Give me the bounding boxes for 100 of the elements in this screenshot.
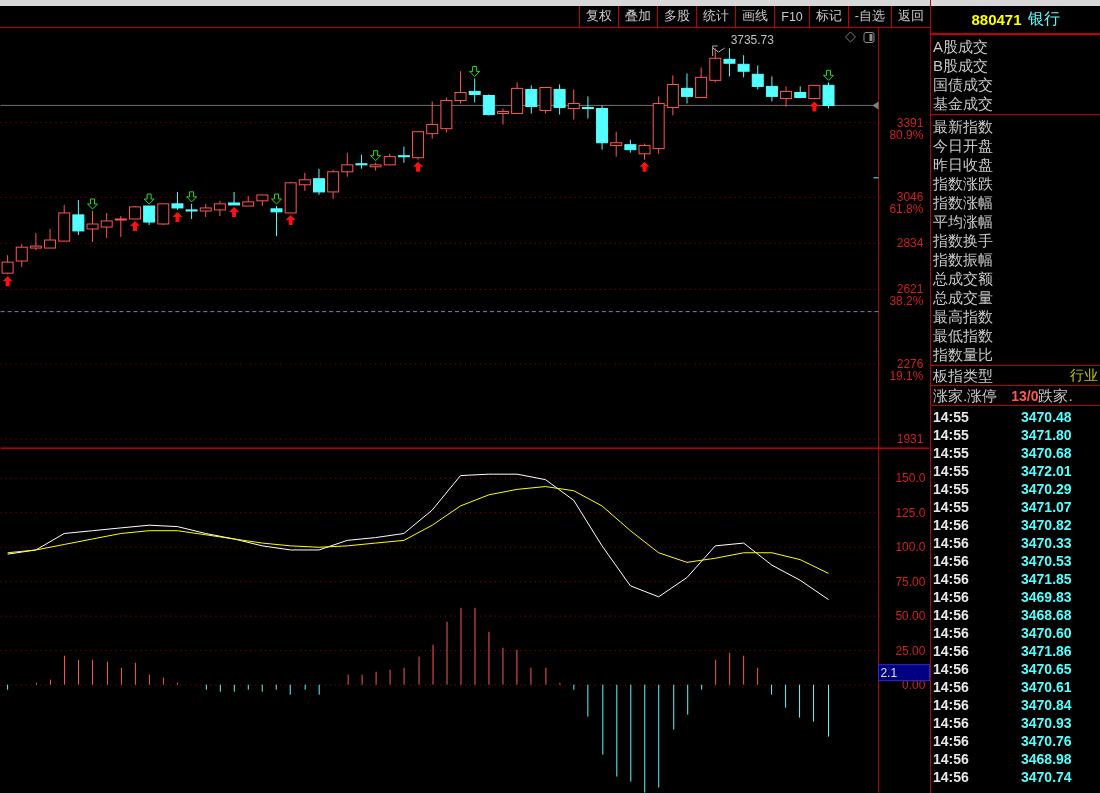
candle bbox=[440, 96, 453, 134]
field-label: 指数振幅 bbox=[933, 250, 994, 269]
field-label: 最低指数 bbox=[933, 326, 994, 345]
field-value: 13/0 bbox=[1011, 387, 1039, 404]
percent-label: 19.1% bbox=[889, 369, 924, 384]
percent-label: 61.8% bbox=[889, 202, 924, 217]
candle bbox=[511, 81, 524, 114]
candle bbox=[29, 232, 42, 251]
tick-time: 14:55 bbox=[933, 463, 970, 479]
field-label: 指数涨幅 bbox=[933, 193, 994, 212]
field-label: 跌家. bbox=[1038, 386, 1073, 405]
candle bbox=[751, 64, 764, 90]
axis-label: 125.0 bbox=[895, 506, 926, 521]
tick-time: 14:55 bbox=[933, 409, 970, 425]
candle bbox=[567, 88, 580, 121]
tick-time: 14:56 bbox=[933, 733, 970, 749]
tick-time: 14:56 bbox=[933, 769, 970, 785]
candle bbox=[468, 77, 481, 103]
tick-price: 3470.74 bbox=[1021, 769, 1072, 785]
candle bbox=[581, 95, 594, 119]
percent-label: 38.2% bbox=[889, 294, 924, 309]
tick-time: 14:56 bbox=[933, 643, 970, 659]
candle bbox=[737, 54, 750, 78]
tick-price: 3471.80 bbox=[1021, 427, 1072, 443]
tick-price: 3470.61 bbox=[1021, 679, 1072, 695]
field-label: 指数换手 bbox=[933, 231, 994, 250]
tick-time: 14:55 bbox=[933, 445, 970, 461]
tick-time: 14:56 bbox=[933, 589, 970, 605]
tick-time: 14:55 bbox=[933, 499, 970, 515]
axis-label: 0.00 bbox=[902, 678, 926, 693]
index-name: 银行 bbox=[1027, 9, 1060, 29]
tick-time: 14:56 bbox=[933, 661, 970, 677]
field-label: 最高指数 bbox=[933, 307, 994, 326]
tick-price: 3471.85 bbox=[1021, 571, 1072, 587]
candle bbox=[412, 131, 425, 161]
tick-price: 3470.60 bbox=[1021, 625, 1072, 641]
field-label: 今日开盘 bbox=[933, 136, 994, 155]
candle bbox=[100, 212, 113, 239]
down-arrow-icon bbox=[186, 191, 198, 203]
field-label: 总成交额 bbox=[933, 269, 994, 288]
price-label: 3046 bbox=[896, 190, 924, 205]
up-arrow-icon bbox=[130, 221, 140, 231]
candle bbox=[313, 168, 325, 196]
up-arrow-icon bbox=[285, 214, 296, 225]
tick-price: 3472.01 bbox=[1021, 463, 1072, 479]
candle bbox=[482, 93, 495, 116]
field-label: 指数量比 bbox=[933, 345, 994, 364]
down-arrow-icon bbox=[271, 193, 282, 205]
down-arrow-icon bbox=[143, 193, 155, 205]
field-label: 昨日收盘 bbox=[933, 155, 994, 174]
panel-toggle-icon[interactable] bbox=[863, 32, 875, 43]
candle bbox=[143, 205, 156, 226]
tick-time: 14:56 bbox=[933, 607, 970, 623]
candle bbox=[114, 215, 127, 238]
tick-time: 14:56 bbox=[933, 553, 970, 569]
field-label: B股成交 bbox=[933, 56, 989, 75]
candle bbox=[171, 191, 184, 211]
tick-time: 14:56 bbox=[933, 715, 970, 731]
up-arrow-icon bbox=[2, 276, 13, 287]
price-label: 3391 bbox=[896, 115, 924, 130]
tick-price: 3470.53 bbox=[1021, 553, 1072, 569]
candle bbox=[525, 84, 538, 114]
price-label: 2621 bbox=[896, 282, 924, 297]
candle bbox=[72, 199, 85, 236]
candle bbox=[199, 203, 212, 218]
up-arrow-icon bbox=[413, 161, 424, 172]
candle bbox=[723, 47, 736, 77]
candle bbox=[242, 195, 255, 207]
field-label: 平均涨幅 bbox=[933, 212, 994, 231]
tick-price: 3471.07 bbox=[1021, 499, 1072, 515]
candle bbox=[86, 210, 99, 243]
tick-price: 3470.48 bbox=[1021, 409, 1072, 425]
candle bbox=[765, 75, 778, 102]
field-label: A股成交 bbox=[933, 37, 989, 56]
field-label: 最新指数 bbox=[933, 117, 994, 136]
tick-price: 3471.86 bbox=[1021, 643, 1072, 659]
down-arrow-icon bbox=[469, 65, 481, 77]
price-label: 1931 bbox=[896, 431, 924, 446]
axis-label: 50.00 bbox=[895, 609, 926, 624]
tick-time: 14:55 bbox=[933, 481, 970, 497]
axis-label: 75.00 bbox=[895, 575, 926, 590]
high-price-label: 3735.73 bbox=[730, 33, 774, 47]
field-label: 总成交量 bbox=[933, 288, 994, 307]
field-label: 涨家.涨停 bbox=[933, 386, 998, 405]
tick-price: 3470.76 bbox=[1021, 733, 1072, 749]
tick-price: 3468.98 bbox=[1021, 751, 1072, 767]
candle bbox=[454, 70, 467, 105]
tick-price: 3470.65 bbox=[1021, 661, 1072, 677]
candle bbox=[666, 74, 679, 116]
candle bbox=[228, 191, 241, 206]
tick-price: 3469.83 bbox=[1021, 589, 1072, 605]
price-label: 2834 bbox=[896, 236, 924, 251]
candle bbox=[709, 47, 722, 83]
up-arrow-icon bbox=[229, 206, 240, 217]
tick-time: 14:55 bbox=[933, 427, 970, 443]
price-label: 2276 bbox=[896, 357, 924, 372]
candle bbox=[497, 108, 509, 126]
tick-time: 14:56 bbox=[933, 679, 970, 695]
candle bbox=[15, 243, 28, 268]
candle bbox=[397, 146, 410, 164]
